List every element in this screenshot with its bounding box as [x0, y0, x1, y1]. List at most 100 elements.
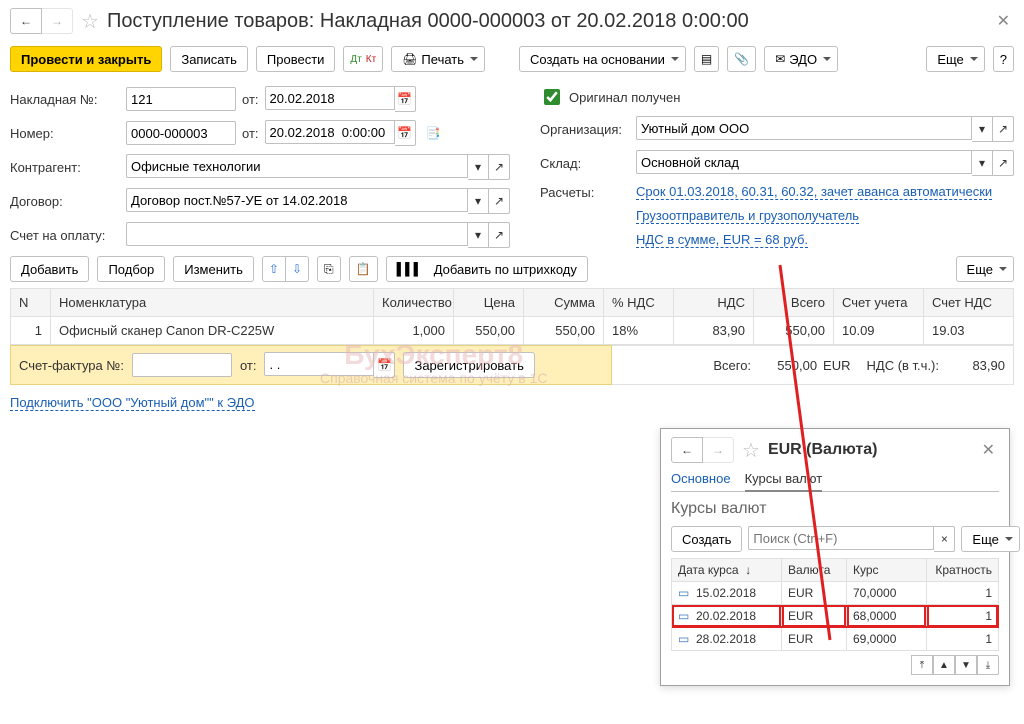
arrow-right-icon: → — [51, 15, 63, 27]
paperclip-icon: 📎 — [734, 53, 749, 65]
col-vatacct[interactable]: Счет НДС — [924, 289, 1014, 317]
invoice-no-input[interactable] — [126, 87, 236, 111]
warehouse-input[interactable] — [636, 150, 972, 174]
rates-col-cur[interactable]: Валюта — [782, 559, 847, 582]
chevron-down-icon: ▾ — [979, 123, 985, 135]
rates-grid: Дата курса ↓ Валюта Курс Кратность ▭ 15.… — [671, 558, 999, 651]
rates-row[interactable]: ▭ 20.02.2018EUR68,00001 — [672, 605, 999, 628]
register-icon-button[interactable]: ▤ — [694, 46, 719, 72]
grid-add-by-barcode-button[interactable]: ▌▌▌ Добавить по штрихкоду — [386, 256, 588, 282]
col-acct[interactable]: Счет учета — [834, 289, 924, 317]
vat-link[interactable]: НДС в сумме, EUR = 68 руб. — [636, 232, 808, 248]
grid-copy-button[interactable]: ⎘ — [317, 256, 341, 282]
payment-account-input[interactable] — [126, 222, 468, 246]
grid-move-up-button[interactable]: ⇧ — [262, 256, 286, 282]
rates-row[interactable]: ▭ 15.02.2018EUR70,00001 — [672, 582, 999, 605]
rates-row[interactable]: ▭ 28.02.2018EUR69,00001 — [672, 628, 999, 651]
organization-input[interactable] — [636, 116, 972, 140]
organization-dropdown[interactable]: ▾ — [972, 116, 993, 142]
popup-search-input[interactable] — [748, 526, 934, 550]
payment-account-open[interactable]: ↗ — [489, 222, 510, 248]
rates-col-date[interactable]: Дата курса ↓ — [672, 559, 782, 582]
popup-favorite-icon[interactable]: ☆ — [742, 438, 760, 463]
sf-date-input[interactable] — [264, 352, 374, 376]
close-icon[interactable]: ✕ — [993, 11, 1014, 31]
warehouse-open[interactable]: ↗ — [993, 150, 1014, 176]
popup-nav-forward[interactable]: → — [703, 437, 734, 463]
counterparty-open[interactable]: ↗ — [489, 154, 510, 180]
organization-open[interactable]: ↗ — [993, 116, 1014, 142]
dt-kt-button[interactable]: ДтКт — [343, 46, 383, 72]
original-received-label: Оригинал получен — [569, 90, 680, 105]
create-based-on-button[interactable]: Создать на основании — [519, 46, 686, 72]
registry-icon: ▤ — [701, 53, 712, 65]
grid-select-button[interactable]: Подбор — [97, 256, 165, 282]
rates-col-rate[interactable]: Курс — [847, 559, 927, 582]
popup-search-clear[interactable]: × — [934, 526, 955, 552]
connect-edo-link[interactable]: Подключить "ООО "Уютный дом"" к ЭДО — [10, 395, 255, 411]
original-received-checkbox[interactable] — [544, 89, 560, 105]
total-value: 550,00 — [757, 358, 817, 373]
shipper-link[interactable]: Грузоотправитель и грузополучатель — [636, 208, 859, 224]
grid-change-button[interactable]: Изменить — [173, 256, 254, 282]
col-total[interactable]: Всего — [754, 289, 834, 317]
favorite-star-icon[interactable]: ☆ — [81, 9, 99, 34]
save-button[interactable]: Записать — [170, 46, 248, 72]
row-icon: ▭ — [678, 609, 689, 623]
number-input[interactable] — [126, 121, 236, 145]
col-price[interactable]: Цена — [454, 289, 524, 317]
post-and-close-button[interactable]: Провести и закрыть — [10, 46, 162, 72]
warehouse-dropdown[interactable]: ▾ — [972, 150, 993, 176]
col-item[interactable]: Номенклатура — [51, 289, 374, 317]
grid-paste-button[interactable]: 📋 — [349, 256, 378, 282]
grid-add-button[interactable]: Добавить — [10, 256, 89, 282]
popup-nav-back[interactable]: ← — [671, 437, 703, 463]
more-button[interactable]: Еще — [926, 46, 984, 72]
page-first[interactable]: ⤒ — [911, 655, 933, 675]
help-button[interactable]: ? — [993, 46, 1014, 72]
contract-dropdown[interactable]: ▾ — [468, 188, 489, 214]
contract-input[interactable] — [126, 188, 468, 212]
page-down[interactable]: ▼ — [955, 655, 977, 675]
nav-back-button[interactable]: ← — [10, 8, 42, 34]
chevron-down-icon: ▾ — [475, 195, 481, 207]
counterparty-input[interactable] — [126, 154, 468, 178]
col-n[interactable]: N — [11, 289, 51, 317]
open-icon: ↗ — [494, 195, 504, 207]
grid-more-button[interactable]: Еще — [956, 256, 1014, 282]
edo-icon: ✉ — [775, 53, 785, 65]
page-up[interactable]: ▲ — [933, 655, 955, 675]
table-row[interactable]: 1 Офисный сканер Canon DR-C225W 1,000 55… — [11, 317, 1014, 345]
sf-number-input[interactable] — [132, 353, 232, 377]
payment-account-dropdown[interactable]: ▾ — [468, 222, 489, 248]
edo-button[interactable]: ✉ЭДО — [764, 46, 838, 72]
counterparty-dropdown[interactable]: ▾ — [468, 154, 489, 180]
settlements-link[interactable]: Срок 01.03.2018, 60.31, 60.32, зачет ава… — [636, 184, 992, 200]
col-sum[interactable]: Сумма — [524, 289, 604, 317]
popup-create-button[interactable]: Создать — [671, 526, 742, 552]
popup-tab-main[interactable]: Основное — [671, 467, 731, 491]
attachment-button[interactable]: 📎 — [727, 46, 756, 72]
col-qty[interactable]: Количество — [374, 289, 454, 317]
copy-icon: ⎘ — [324, 263, 334, 275]
calendar-button-1[interactable]: 📅 — [395, 86, 416, 112]
popup-more-button[interactable]: Еще — [961, 526, 1019, 552]
sf-label: Счет-фактура №: — [19, 358, 124, 373]
popup-close-icon[interactable]: ✕ — [978, 440, 999, 460]
nav-forward-button[interactable]: → — [42, 8, 73, 34]
post-button[interactable]: Провести — [256, 46, 336, 72]
register-sf-button[interactable]: Зарегистрировать — [403, 352, 534, 378]
contract-open[interactable]: ↗ — [489, 188, 510, 214]
print-button[interactable]: 🖨Печать — [391, 46, 485, 72]
col-vat[interactable]: НДС — [674, 289, 754, 317]
calendar-button-2[interactable]: 📅 — [395, 120, 416, 146]
sf-calendar-button[interactable]: 📅 — [374, 352, 395, 378]
col-vatpct[interactable]: % НДС — [604, 289, 674, 317]
invoice-date-input[interactable] — [265, 86, 395, 110]
page-last[interactable]: ⤓ — [977, 655, 999, 675]
popup-tab-rates[interactable]: Курсы валют — [745, 467, 823, 492]
grid-move-down-button[interactable]: ⇩ — [286, 256, 309, 282]
number-date-input[interactable] — [265, 120, 395, 144]
rates-col-mul[interactable]: Кратность — [927, 559, 999, 582]
counterparty-label: Контрагент: — [10, 160, 120, 175]
